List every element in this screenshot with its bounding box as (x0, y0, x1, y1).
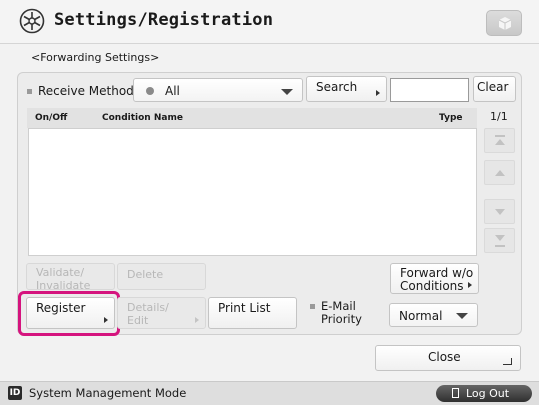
column-onoff: On/Off (35, 113, 68, 123)
id-icon: ID (8, 386, 22, 400)
arrow-down-icon (495, 209, 505, 215)
settings-registration-icon (19, 8, 45, 34)
register-highlight (18, 291, 120, 336)
page-count: 1/1 (490, 110, 508, 123)
chevron-down-icon (281, 89, 293, 95)
clear-button[interactable]: Clear (473, 76, 516, 102)
scroll-bottom-button[interactable] (484, 228, 515, 253)
all-icon (146, 87, 154, 95)
close-button[interactable]: Close (375, 345, 521, 371)
scroll-top-button[interactable] (484, 128, 515, 153)
logout-icon (452, 388, 459, 398)
column-type: Type (439, 113, 463, 123)
print-list-button[interactable]: Print List (208, 297, 297, 329)
return-icon (503, 358, 512, 365)
condition-list[interactable] (28, 128, 477, 256)
delete-button[interactable]: Delete (117, 263, 206, 290)
page-title: Settings/Registration (54, 10, 274, 30)
email-priority-value: Normal (399, 309, 443, 323)
search-button[interactable]: Search (306, 76, 387, 102)
scroll-down-button[interactable] (484, 199, 515, 224)
logout-button[interactable]: Log Out (436, 385, 532, 402)
scroll-bottom-icon (495, 245, 505, 247)
arrow-right-icon (468, 282, 472, 288)
email-priority-dropdown[interactable]: Normal (389, 303, 478, 327)
receive-method-label: Receive Method: (27, 84, 138, 98)
email-priority-label: E-Mail Priority (310, 300, 362, 326)
bullet-icon (27, 89, 32, 94)
scroll-top-icon (495, 135, 505, 137)
forward-without-conditions-button[interactable]: Forward w/o Conditions (390, 263, 479, 294)
cube-button[interactable] (486, 10, 522, 36)
arrow-right-icon (195, 317, 199, 323)
list-header: On/Off Condition Name Type (27, 108, 477, 128)
chevron-down-icon (456, 313, 468, 319)
arrow-right-icon (376, 90, 380, 96)
details-edit-button[interactable]: Details/ Edit (117, 297, 206, 329)
scroll-up-button[interactable] (484, 160, 515, 185)
search-input[interactable] (390, 78, 469, 102)
arrow-up-icon (495, 170, 505, 176)
column-condition-name: Condition Name (102, 113, 183, 123)
section-subtitle: <Forwarding Settings> (31, 51, 160, 64)
validate-invalidate-button[interactable]: Validate/ Invalidate (26, 263, 115, 292)
bullet-icon (310, 304, 315, 309)
cube-icon (499, 17, 511, 30)
receive-method-value: All (165, 84, 180, 98)
system-mode-label: System Management Mode (29, 386, 187, 400)
receive-method-dropdown[interactable]: All (133, 78, 303, 102)
